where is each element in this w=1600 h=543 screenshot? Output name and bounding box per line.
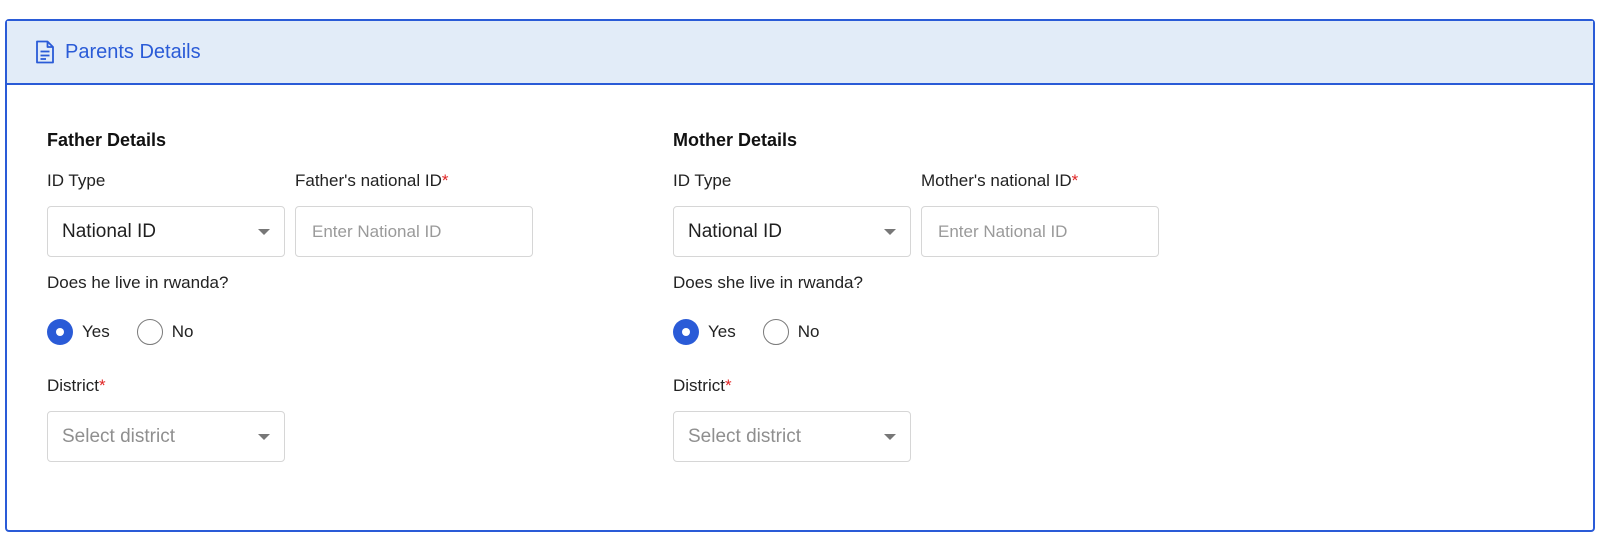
father-residence-yes-option[interactable]: Yes [47, 319, 110, 345]
father-district-label: District* [47, 376, 106, 395]
card-header: Parents Details [7, 21, 1593, 85]
father-district-placeholder: Select district [62, 425, 175, 447]
mother-id-type-select[interactable]: National ID [673, 206, 911, 257]
caret-down-icon [884, 434, 896, 440]
father-residence-no-option[interactable]: No [136, 319, 194, 345]
mother-residence-question: Does she live in rwanda? [673, 273, 863, 292]
mother-residence-no-option[interactable]: No [762, 319, 820, 345]
father-residence-radio-group: Yes No [47, 319, 220, 345]
mother-details-title: Mother Details [673, 130, 798, 150]
caret-down-icon [884, 229, 896, 235]
mother-id-type-label: ID Type [673, 171, 732, 190]
caret-down-icon [258, 434, 270, 440]
radio-checked-icon[interactable] [47, 319, 73, 345]
father-id-type-label: ID Type [47, 171, 106, 190]
father-national-id-input[interactable] [295, 206, 533, 257]
document-icon [35, 40, 55, 64]
father-national-id-label: Father's national ID* [295, 171, 449, 190]
mother-national-id-label: Mother's national ID* [921, 171, 1079, 190]
mother-national-id-input[interactable] [921, 206, 1159, 257]
caret-down-icon [258, 229, 270, 235]
mother-residence-yes-label: Yes [708, 322, 736, 341]
radio-checked-icon[interactable] [673, 319, 699, 345]
mother-district-label: District* [673, 376, 732, 395]
father-district-select[interactable]: Select district [47, 411, 285, 462]
father-residence-question: Does he live in rwanda? [47, 273, 229, 292]
father-id-type-value: National ID [62, 220, 156, 242]
mother-residence-radio-group: Yes No [673, 319, 846, 345]
radio-unchecked-icon[interactable] [136, 319, 163, 345]
mother-residence-yes-option[interactable]: Yes [673, 319, 736, 345]
father-id-type-select[interactable]: National ID [47, 206, 285, 257]
father-details-title: Father Details [47, 130, 167, 150]
mother-district-placeholder: Select district [688, 425, 801, 447]
mother-district-select[interactable]: Select district [673, 411, 911, 462]
card-title: Parents Details [65, 40, 201, 63]
father-residence-no-label: No [171, 322, 194, 341]
mother-id-type-value: National ID [688, 220, 782, 242]
radio-unchecked-icon[interactable] [762, 319, 789, 345]
parents-details-card: Parents Details Father Details ID Type F… [5, 19, 1595, 532]
mother-residence-no-label: No [797, 322, 820, 341]
father-residence-yes-label: Yes [82, 322, 110, 341]
